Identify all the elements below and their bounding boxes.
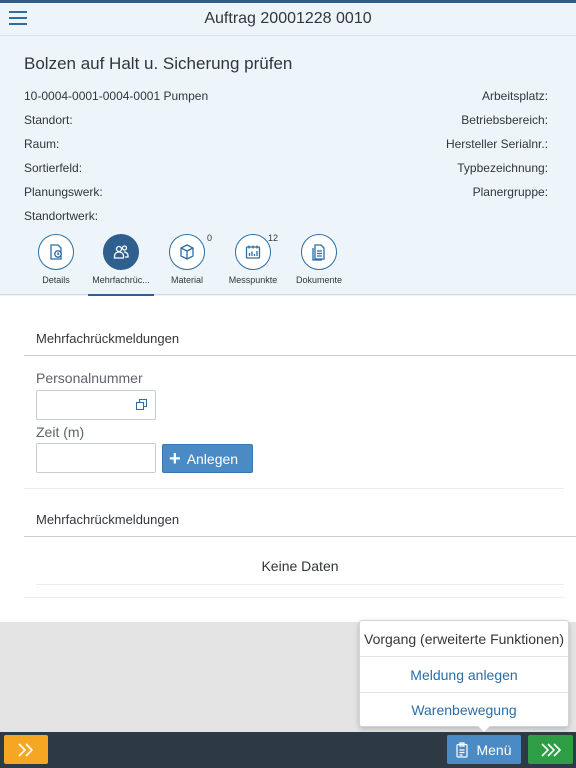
section-divider bbox=[24, 355, 576, 356]
tab-material[interactable]: 0 Material bbox=[154, 233, 220, 285]
table-row-divider bbox=[36, 584, 564, 585]
attribute-planergruppe: Planergruppe: bbox=[472, 185, 548, 199]
form-section-title: Mehrfachrückmeldungen bbox=[36, 331, 180, 346]
content-panel: Mehrfachrückmeldungen Personalnummer Zei… bbox=[0, 296, 576, 622]
attribute-standort: Standort: bbox=[24, 113, 73, 127]
personalnummer-label: Personalnummer bbox=[36, 370, 143, 386]
menu-item-warenbewegung[interactable]: Warenbewegung bbox=[360, 692, 568, 728]
material-count: 0 bbox=[206, 233, 212, 243]
menu-button[interactable]: Menü bbox=[447, 735, 521, 764]
attribute-equipment: 10-0004-0001-0004-0001 Pumpen bbox=[24, 89, 209, 103]
people-icon bbox=[113, 245, 129, 259]
object-header: Bolzen auf Halt u. Sicherung prüfen 10-0… bbox=[0, 37, 576, 297]
attribute-arbeitsplatz: Arbeitsplatz: bbox=[481, 89, 548, 103]
tab-dokumente[interactable]: Dokumente bbox=[286, 234, 352, 285]
shell-header: Auftrag 20001228 0010 bbox=[0, 3, 576, 36]
attribute-planungswerk: Planungswerk: bbox=[24, 185, 103, 199]
footer-toolbar: Menü bbox=[0, 732, 576, 768]
menu-popover: Vorgang (erweiterte Funktionen) Meldung … bbox=[359, 620, 569, 727]
tab-label: Material bbox=[170, 275, 203, 285]
anlegen-button[interactable]: + Anlegen bbox=[162, 444, 253, 473]
tab-details[interactable]: Details bbox=[23, 234, 89, 285]
tab-label: Dokumente bbox=[295, 275, 343, 285]
attribute-raum: Raum: bbox=[24, 137, 60, 151]
tab-mehrfachrueckmeldungen[interactable]: Mehrfachrüc... bbox=[88, 234, 154, 297]
menu-button-label: Menü bbox=[476, 741, 512, 758]
box-icon bbox=[180, 244, 194, 260]
triple-chevron-right-icon bbox=[540, 742, 561, 757]
attribute-standortwerk: Standortwerk: bbox=[24, 209, 99, 223]
object-title: Bolzen auf Halt u. Sicherung prüfen bbox=[24, 54, 293, 73]
no-data-text: Keine Daten bbox=[261, 558, 339, 574]
zeit-input[interactable] bbox=[36, 443, 156, 473]
document-icon bbox=[312, 244, 325, 261]
value-help-icon[interactable] bbox=[136, 399, 147, 410]
back-button[interactable] bbox=[4, 735, 48, 764]
plus-icon: + bbox=[169, 447, 181, 470]
forward-button[interactable] bbox=[528, 735, 573, 764]
form-end-divider bbox=[24, 488, 564, 489]
table-header-divider bbox=[24, 536, 576, 537]
tab-label: Details bbox=[42, 275, 70, 285]
personalnummer-input[interactable] bbox=[36, 390, 156, 420]
anlegen-label: Anlegen bbox=[186, 450, 239, 467]
zeit-label: Zeit (m) bbox=[36, 424, 85, 440]
measure-icon bbox=[245, 245, 261, 259]
menu-item-meldung-anlegen[interactable]: Meldung anlegen bbox=[360, 657, 568, 693]
popover-arrow bbox=[477, 725, 491, 732]
table-section-title: Mehrfachrückmeldungen bbox=[36, 512, 180, 527]
attribute-betriebsbereich: Betriebsbereich: bbox=[461, 113, 548, 127]
attribute-typbezeichnung: Typbezeichnung: bbox=[457, 161, 548, 175]
double-chevron-right-icon bbox=[18, 742, 34, 757]
tab-label: Messpunkte bbox=[228, 275, 278, 285]
menu-item-vorgang[interactable]: Vorgang (erweiterte Funktionen) bbox=[360, 621, 568, 657]
attribute-hersteller-serialnr: Hersteller Serialnr.: bbox=[445, 137, 548, 151]
attribute-sortierfeld: Sortierfeld: bbox=[24, 161, 83, 175]
clipboard-icon bbox=[456, 741, 469, 758]
details-icon bbox=[50, 244, 62, 260]
table-end-divider bbox=[24, 597, 564, 598]
messpunkte-count: 12 bbox=[267, 233, 278, 243]
tab-messpunkte[interactable]: 12 Messpunkte bbox=[220, 233, 286, 285]
page-title: Auftrag 20001228 0010 bbox=[204, 10, 372, 27]
tab-label: Mehrfachrüc... bbox=[92, 275, 150, 285]
